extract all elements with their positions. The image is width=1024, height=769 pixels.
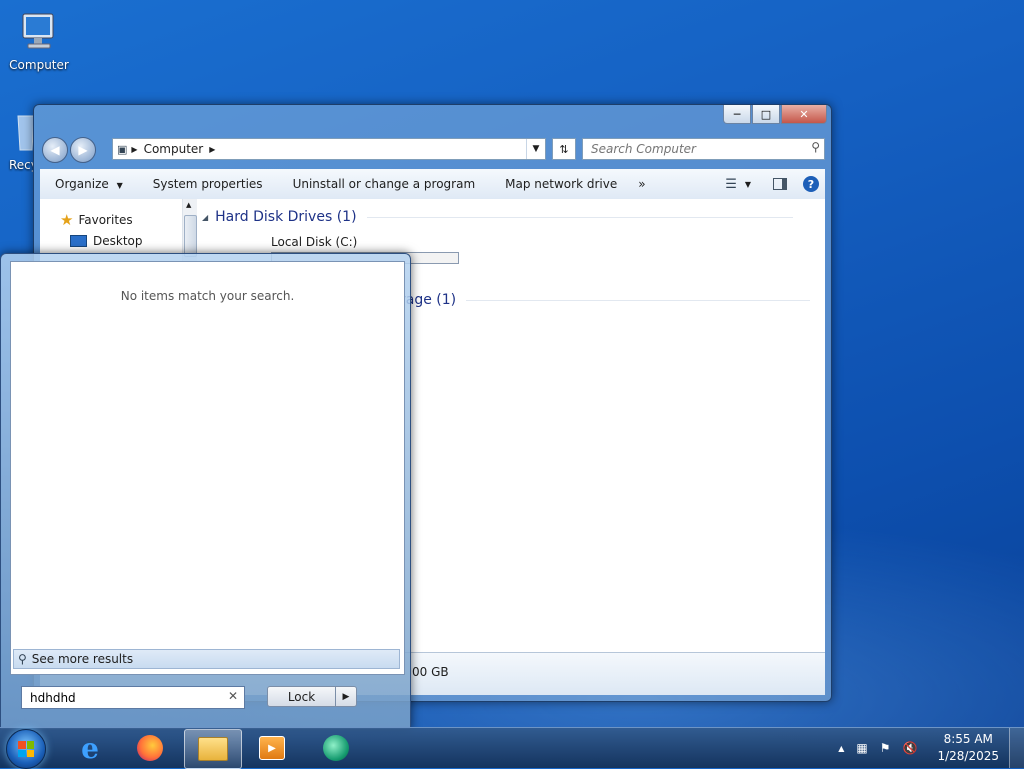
nav-item-favorites[interactable]: ★ Favorites [60, 211, 133, 229]
star-icon: ★ [60, 211, 74, 229]
refresh-icon: ⇅ [559, 142, 569, 156]
internet-explorer-icon: e [81, 731, 99, 765]
search-box[interactable]: ⚲ [582, 138, 825, 160]
back-arrow-icon: ◀ [50, 143, 60, 157]
uninstall-program-button[interactable]: Uninstall or change a program [278, 177, 491, 191]
lock-button[interactable]: Lock [267, 686, 336, 707]
desktop-icon-computer[interactable]: Computer [7, 10, 71, 72]
address-bar[interactable]: ▣ ▶ Computer ▶ ▼ [112, 138, 546, 160]
more-commands-button[interactable]: » [632, 177, 651, 191]
search-icon[interactable]: ⚲ [811, 140, 820, 154]
show-desktop-button[interactable] [1009, 728, 1024, 768]
see-more-results-button[interactable]: ⚲ See more results [13, 649, 400, 669]
search-icon: ⚲ [18, 652, 27, 666]
start-menu: No items match your search. ⚲ See more r… [0, 253, 411, 730]
command-bar: Organize ▼ System properties Uninstall o… [40, 169, 825, 200]
map-network-drive-button[interactable]: Map network drive [490, 177, 632, 191]
breadcrumb-chevron-icon[interactable]: ▶ [209, 145, 215, 154]
navigation-bar: ◀ ▶ ▣ ▶ Computer ▶ ▼ ⇅ ⚲ [40, 135, 825, 163]
view-options-icon[interactable]: ☰ [725, 177, 737, 192]
volume-muted-icon[interactable]: 🔇 [903, 741, 918, 755]
close-button[interactable]: ✕ [781, 105, 827, 124]
media-player-icon: ▶ [259, 736, 285, 760]
recycle-bin-icon [14, 110, 34, 154]
nav-item-desktop[interactable]: Desktop [70, 234, 143, 248]
firefox-icon [137, 735, 163, 761]
minimize-icon: ─ [733, 107, 741, 121]
group-header-removable-storage[interactable]: rage (1) [400, 292, 811, 308]
help-icon[interactable]: ? [803, 176, 819, 192]
desktop-icon-label: Recy [9, 158, 34, 172]
network-icon[interactable]: ▦ [856, 741, 867, 755]
taskbar-internet-explorer[interactable]: e [62, 729, 118, 767]
collapse-triangle-icon: ◢ [202, 212, 209, 222]
maximize-icon: □ [760, 107, 772, 121]
taskbar: e ▶ ▲ ▦ ⚑ 🔇 8:55 AM 1/28/2025 [0, 727, 1024, 769]
see-more-label: See more results [31, 652, 134, 666]
back-button[interactable]: ◀ [42, 137, 68, 163]
maximize-button[interactable]: □ [752, 105, 780, 124]
show-hidden-icons-icon[interactable]: ▲ [838, 744, 844, 753]
clock[interactable]: 8:55 AM 1/28/2025 [937, 731, 999, 765]
clock-time: 8:55 AM [943, 732, 993, 746]
taskbar-windows-explorer[interactable] [184, 729, 242, 769]
preview-pane-icon[interactable] [773, 178, 787, 190]
desktop-icon-label: Computer [9, 58, 69, 72]
chevron-down-icon: ▼ [116, 181, 123, 190]
desktop-folder-icon [70, 235, 87, 247]
clock-date: 1/28/2025 [937, 749, 999, 763]
shutdown-options-button[interactable]: ▶ [336, 686, 357, 707]
computer-small-icon: ▣ [117, 142, 128, 156]
group-title: Hard Disk Drives (1) [215, 209, 357, 225]
breadcrumb-separator-icon: ▶ [131, 144, 138, 154]
system-tray: ▲ ▦ ⚑ 🔇 8:55 AM 1/28/2025 [832, 728, 1024, 768]
chevron-right-icon: ▶ [342, 691, 350, 702]
computer-icon [17, 10, 61, 54]
forward-button[interactable]: ▶ [70, 137, 96, 163]
nav-item-label: Favorites [78, 213, 133, 227]
windows-logo-icon [18, 741, 34, 757]
chevron-down-icon[interactable]: ▼ [745, 180, 751, 189]
start-search-input[interactable] [28, 689, 222, 706]
window-controls: ─ □ ✕ [722, 105, 827, 124]
nav-item-label: Desktop [93, 234, 143, 248]
desktop-icon-recycle-bin[interactable]: Recy [0, 110, 34, 172]
folder-icon [198, 737, 228, 761]
no-results-text: No items match your search. [120, 289, 295, 303]
search-results-panel: No items match your search. [10, 261, 405, 675]
start-button[interactable] [6, 729, 46, 769]
lock-button-group: Lock ▶ [267, 686, 357, 707]
organize-label: Organize [55, 177, 109, 191]
close-icon: ✕ [799, 107, 809, 121]
refresh-button[interactable]: ⇅ [552, 138, 576, 160]
start-search-box[interactable]: ✕ [21, 686, 245, 709]
details-size-text: 00 GB [412, 665, 449, 679]
scrollbar-thumb[interactable] [184, 215, 197, 257]
taskbar-firefox[interactable] [122, 729, 178, 767]
drive-label: Local Disk (C:) [271, 235, 358, 249]
taskbar-media-player[interactable]: ▶ [244, 729, 300, 767]
clear-search-icon[interactable]: ✕ [228, 689, 238, 703]
scroll-up-icon[interactable]: ▲ [186, 201, 191, 209]
group-header-hard-disk[interactable]: ◢ Hard Disk Drives (1) [202, 209, 793, 225]
forward-arrow-icon: ▶ [78, 143, 88, 157]
taskbar-app[interactable] [308, 729, 364, 767]
chat-app-icon [323, 735, 349, 761]
breadcrumb-computer[interactable]: Computer [144, 142, 204, 156]
chevron-down-icon: ▼ [532, 144, 540, 154]
action-center-flag-icon[interactable]: ⚑ [880, 741, 891, 755]
minimize-button[interactable]: ─ [723, 105, 751, 124]
organize-button[interactable]: Organize ▼ [40, 177, 138, 191]
address-dropdown-button[interactable]: ▼ [526, 139, 545, 159]
system-properties-button[interactable]: System properties [138, 177, 278, 191]
search-input[interactable] [589, 139, 803, 159]
